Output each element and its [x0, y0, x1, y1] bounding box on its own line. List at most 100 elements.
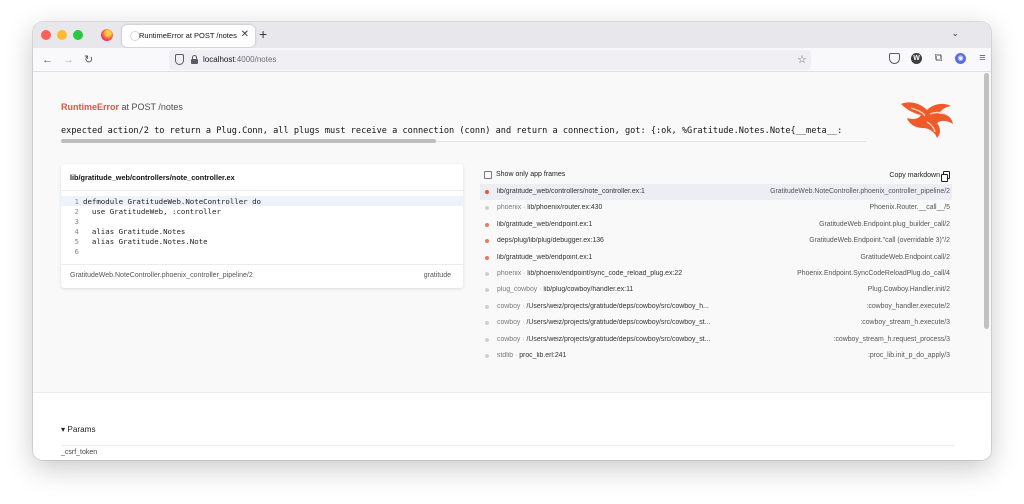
frame-function: :cowboy_stream_h.execute/3	[860, 319, 950, 327]
code-text: use GratitudeWeb, :controller	[83, 206, 221, 216]
stack-frame[interactable]: phoenix · lib/phoenix/router.ex:430 Phoen…	[480, 200, 952, 216]
stack-frame[interactable]: cowboy · /Users/weiz/projects/gratitude/…	[480, 299, 952, 315]
message-horizontal-scrollbar[interactable]	[61, 139, 436, 143]
frame-function: Plug.Cowboy.Handler.init/2	[867, 286, 950, 294]
frame-file: lib/gratitude_web/endpoint.ex:1	[497, 253, 593, 261]
frame-file: deps/plug/lib/plug/debugger.ex:136	[497, 237, 604, 245]
code-line: 3	[61, 216, 463, 226]
frame-dot-icon	[485, 190, 489, 194]
frame-location: cowboy · /Users/weiz/projects/gratitude/…	[497, 302, 709, 310]
close-window-button[interactable]	[41, 30, 51, 40]
frame-location: lib/gratitude_web/endpoint.ex:1	[497, 221, 592, 228]
show-only-app-frames-checkbox[interactable]	[484, 171, 492, 179]
pocket-icon[interactable]	[889, 53, 900, 64]
forward-button[interactable]: →	[63, 53, 74, 67]
frame-location: phoenix · lib/phoenix/router.ex:430	[497, 204, 603, 212]
code-line: 6	[61, 246, 463, 256]
exception-name: RuntimeError	[61, 102, 120, 112]
params-section: ▾ Params _csrf_token	[33, 392, 991, 460]
stack-frame[interactable]: plug_cowboy · lib/plug/cowboy/handler.ex…	[480, 282, 952, 298]
frame-function: :cowboy_handler.execute/2	[866, 302, 950, 310]
site-info-lock-icon[interactable]	[191, 55, 198, 64]
stack-frame[interactable]: cowboy · /Users/weiz/projects/gratitude/…	[480, 315, 952, 331]
error-message: expected action/2 to return a Plug.Conn,…	[61, 126, 843, 136]
code-line: 4 alias Gratitude.Notes	[61, 226, 463, 236]
frame-location: cowboy · /Users/weiz/projects/gratitude/…	[497, 335, 711, 343]
bookmark-star-icon[interactable]: ☆	[797, 53, 807, 66]
frame-file: /Users/weiz/projects/gratitude/deps/cowb…	[526, 319, 711, 327]
tab-list-chevron-icon[interactable]: ⌄	[951, 28, 959, 39]
frame-location: plug_cowboy · lib/plug/cowboy/handler.ex…	[497, 286, 634, 294]
frame-file: proc_lib.erl:241	[519, 351, 567, 359]
stack-frame[interactable]: phoenix · lib/phoenix/endpoint/sync_code…	[480, 266, 952, 282]
stack-frame[interactable]: lib/gratitude_web/endpoint.ex:1 Gratitude…	[480, 250, 952, 266]
frame-dot-icon	[485, 353, 489, 358]
frame-dot-icon	[485, 288, 489, 293]
frame-function: :proc_lib.init_p_do_apply/3	[868, 351, 950, 359]
copy-markdown-button[interactable]: Copy markdown	[889, 171, 950, 182]
page-content: RuntimeError at POST /notes expected act…	[33, 72, 991, 460]
frame-function: :cowboy_stream_h.request_process/3	[833, 335, 950, 343]
show-only-app-frames-label[interactable]: Show only app frames	[496, 171, 565, 178]
line-number: 1	[74, 196, 79, 206]
line-number: 2	[74, 206, 79, 216]
frame-file: lib/gratitude_web/controllers/note_contr…	[497, 188, 645, 195]
frame-function: Phoenix.Router.__call__/5	[869, 204, 950, 212]
code-text: alias Gratitude.Notes	[83, 226, 186, 236]
profile-icon[interactable]: W	[911, 53, 922, 64]
frame-app: plug_cowboy	[497, 286, 538, 294]
zoom-window-button[interactable]	[73, 30, 83, 40]
reload-button[interactable]: ↻	[84, 53, 93, 67]
stacktrace-frames: lib/gratitude_web/controllers/note_contr…	[480, 184, 952, 364]
firefox-view-icon[interactable]	[101, 29, 113, 41]
frame-file: /Users/weiz/projects/gratitude/deps/cowb…	[526, 302, 709, 310]
extensions-icon[interactable]: ⧉	[933, 53, 944, 64]
frame-app: phoenix	[497, 269, 522, 277]
url-bar[interactable]: localhost:4000/notes ☆	[169, 50, 811, 70]
line-number: 5	[74, 236, 79, 246]
frame-location: lib/gratitude_web/endpoint.ex:1	[497, 254, 592, 261]
navigation-toolbar: ← → ↻ localhost:4000/notes ☆ W ⧉ ◉ ≡	[33, 48, 991, 72]
url-text[interactable]: localhost:4000/notes	[203, 55, 276, 64]
frame-app: stdlib	[497, 351, 514, 359]
frame-file: lib/gratitude_web/endpoint.ex:1	[497, 220, 593, 228]
frame-dot-icon	[485, 206, 489, 211]
source-code-card: lib/gratitude_web/controllers/note_contr…	[61, 164, 463, 288]
stack-frame[interactable]: lib/gratitude_web/controllers/note_contr…	[480, 184, 952, 201]
back-button[interactable]: ←	[42, 53, 53, 67]
frame-location: deps/plug/lib/plug/debugger.ex:136	[497, 237, 604, 244]
stack-frame[interactable]: deps/plug/lib/plug/debugger.ex:136 Gratit…	[480, 233, 952, 249]
frame-function: GratitudeWeb.Endpoint.call/2	[860, 253, 950, 261]
frame-function: Phoenix.Endpoint.SyncCodeReloadPlug.do_c…	[797, 269, 950, 277]
stack-frame[interactable]: stdlib · proc_lib.erl:241:proc_lib.init_…	[480, 348, 952, 364]
line-number: 3	[74, 216, 79, 226]
frame-function: GratitudeWeb.Endpoint."call (overridable…	[809, 237, 950, 245]
tab-runtime-error[interactable]: RuntimeError at POST /notes ✕	[122, 25, 255, 47]
param-key: _csrf_token	[61, 449, 98, 456]
code-line: 5 alias Gratitude.Notes.Note	[61, 236, 463, 246]
stacktrace-header: Show only app frames Copy markdown	[484, 170, 950, 182]
stack-frame[interactable]: lib/gratitude_web/endpoint.ex:1 Gratitude…	[480, 217, 952, 233]
page-scrollbar[interactable]	[984, 73, 989, 329]
code-line: 2 use GratitudeWeb, :controller	[61, 206, 463, 216]
minimize-window-button[interactable]	[57, 30, 67, 40]
frame-dot-icon	[485, 337, 489, 342]
account-icon[interactable]: ◉	[955, 53, 966, 64]
line-number: 4	[74, 226, 79, 236]
frame-location: phoenix · lib/phoenix/endpoint/sync_code…	[497, 269, 683, 277]
tracking-protection-shield-icon[interactable]	[175, 54, 184, 65]
code-line: 1 defmodule GratitudeWeb.NoteController d…	[61, 196, 463, 206]
tab-close-icon[interactable]: ✕	[241, 29, 249, 41]
hamburger-menu-icon[interactable]: ≡	[977, 53, 988, 64]
frame-file: lib/phoenix/router.ex:430	[527, 204, 603, 212]
params-toggle[interactable]: ▾ Params	[61, 424, 96, 434]
stack-frame[interactable]: cowboy · /Users/weiz/projects/gratitude/…	[480, 332, 952, 348]
error-title: RuntimeError at POST /notes	[61, 102, 183, 112]
tab-title: RuntimeError at POST /notes	[139, 31, 237, 40]
source-app: gratitude	[423, 272, 451, 279]
code-lines: 1 defmodule GratitudeWeb.NoteController d…	[61, 196, 463, 256]
frame-dot-icon	[485, 271, 489, 276]
new-tab-button[interactable]: +	[259, 26, 267, 42]
copy-icon	[941, 171, 950, 182]
code-text: alias Gratitude.Notes.Note	[83, 236, 208, 246]
